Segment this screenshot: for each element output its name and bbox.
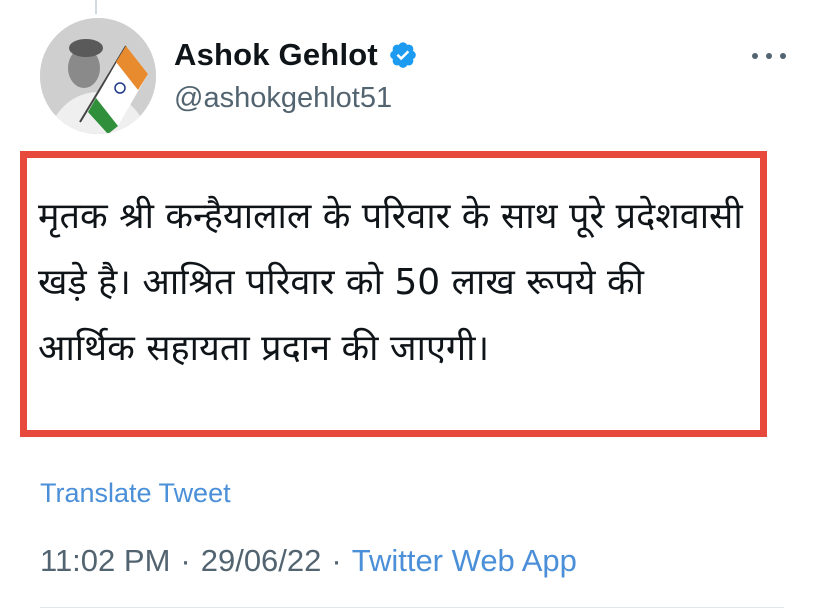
- divider: [40, 607, 784, 608]
- more-dot: [752, 53, 758, 59]
- separator-dot: ·: [180, 543, 191, 578]
- more-options-icon[interactable]: [752, 46, 786, 66]
- tweet-metadata: 11:02 PM · 29/06/22 · Twitter Web App: [40, 543, 577, 579]
- separator-dot: ·: [331, 543, 342, 578]
- avatar[interactable]: [40, 18, 156, 134]
- tweet-time[interactable]: 11:02 PM: [40, 543, 170, 579]
- tweet-text: मृतक श्री कन्हैयालाल के परिवार के साथ पू…: [38, 196, 755, 369]
- author-name-row: Ashok Gehlot: [174, 37, 418, 73]
- more-dot: [780, 53, 786, 59]
- tweet-source-link[interactable]: Twitter Web App: [352, 543, 577, 579]
- profile-photo-icon: [40, 18, 156, 134]
- tweet-date[interactable]: 29/06/22: [201, 543, 322, 579]
- verified-badge-icon: [388, 40, 418, 70]
- author-handle[interactable]: @ashokgehlot51: [174, 82, 392, 115]
- translate-tweet-link[interactable]: Translate Tweet: [40, 478, 231, 509]
- author-display-name[interactable]: Ashok Gehlot: [174, 37, 378, 73]
- thread-connector-line: [95, 0, 105, 14]
- tweet-card: Ashok Gehlot @ashokgehlot51 मृतक श्री कन…: [0, 0, 824, 614]
- more-dot: [766, 53, 772, 59]
